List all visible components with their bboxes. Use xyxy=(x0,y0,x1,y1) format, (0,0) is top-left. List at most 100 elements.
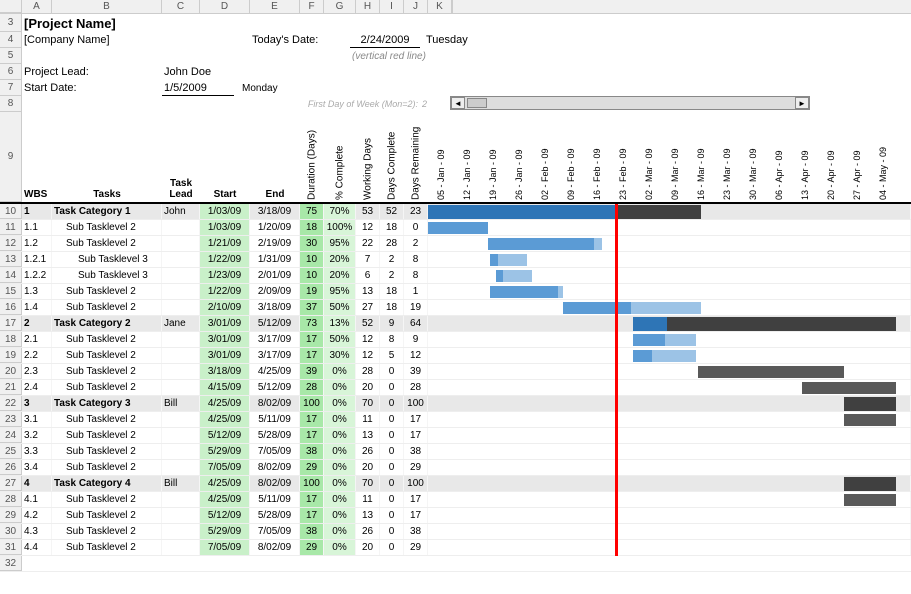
gantt-bar[interactable] xyxy=(802,382,896,394)
cell-end[interactable]: 5/12/09 xyxy=(250,380,300,395)
cell-duration[interactable]: 17 xyxy=(300,428,324,443)
cell-days-complete[interactable]: 0 xyxy=(380,396,404,411)
cell-start[interactable]: 1/03/09 xyxy=(200,220,250,235)
cell-working-days[interactable]: 70 xyxy=(356,396,380,411)
date-col[interactable]: 26 - Jan - 09 xyxy=(506,112,532,202)
th-days-complete[interactable]: Days Complete xyxy=(380,112,404,202)
cell-lead[interactable] xyxy=(162,492,200,507)
date-col[interactable]: 16 - Mar - 09 xyxy=(688,112,714,202)
cell-start[interactable]: 4/25/09 xyxy=(200,492,250,507)
cell-days-complete[interactable]: 0 xyxy=(380,364,404,379)
cell-task[interactable]: Sub Tasklevel 2 xyxy=(52,284,162,299)
gantt-bar[interactable] xyxy=(667,317,896,331)
row-number[interactable]: 17 xyxy=(0,316,22,331)
cell-task[interactable]: Sub Tasklevel 2 xyxy=(52,460,162,475)
cell-start[interactable]: 7/05/09 xyxy=(200,460,250,475)
row-number[interactable]: 23 xyxy=(0,412,22,427)
task-row[interactable]: 28 4.1 Sub Tasklevel 2 4/25/09 5/11/09 1… xyxy=(0,492,911,508)
col-header-K[interactable]: K xyxy=(428,0,452,13)
cell-wbs[interactable]: 2 xyxy=(22,316,52,331)
cell-duration[interactable]: 17 xyxy=(300,412,324,427)
row-number[interactable]: 24 xyxy=(0,428,22,443)
cell-wbs[interactable]: 4 xyxy=(22,476,52,491)
cell-end[interactable]: 3/17/09 xyxy=(250,348,300,363)
row-number[interactable]: 22 xyxy=(0,396,22,411)
date-col[interactable]: 12 - Jan - 09 xyxy=(454,112,480,202)
task-row[interactable]: 15 1.3 Sub Tasklevel 2 1/22/09 2/09/09 1… xyxy=(0,284,911,300)
cell-working-days[interactable]: 7 xyxy=(356,252,380,267)
th-days-remaining[interactable]: Days Remaining xyxy=(404,112,428,202)
cell-days-complete[interactable]: 0 xyxy=(380,412,404,427)
col-header-J[interactable]: J xyxy=(404,0,428,13)
cell-working-days[interactable]: 20 xyxy=(356,380,380,395)
cell-end[interactable]: 5/28/09 xyxy=(250,508,300,523)
cell-task[interactable]: Sub Tasklevel 2 xyxy=(52,236,162,251)
gantt-bar[interactable] xyxy=(631,302,701,314)
cell-wbs[interactable]: 3.2 xyxy=(22,428,52,443)
cell-working-days[interactable]: 20 xyxy=(356,460,380,475)
cell-duration[interactable]: 37 xyxy=(300,300,324,315)
th-end[interactable]: End xyxy=(250,189,300,202)
cell-days-complete[interactable]: 0 xyxy=(380,476,404,491)
cell-days-remaining[interactable]: 0 xyxy=(404,220,428,235)
cell-pct[interactable]: 30% xyxy=(324,348,356,363)
cell-start[interactable]: 3/01/09 xyxy=(200,332,250,347)
gantt-bar[interactable] xyxy=(490,254,498,266)
cell-start[interactable]: 5/12/09 xyxy=(200,508,250,523)
task-row[interactable]: 23 3.1 Sub Tasklevel 2 4/25/09 5/11/09 1… xyxy=(0,412,911,428)
cell-end[interactable]: 4/25/09 xyxy=(250,364,300,379)
cell-task[interactable]: Sub Tasklevel 2 xyxy=(52,380,162,395)
task-row[interactable]: 19 2.2 Sub Tasklevel 2 3/01/09 3/17/09 1… xyxy=(0,348,911,364)
row-number[interactable]: 5 xyxy=(0,48,22,64)
cell-end[interactable]: 5/11/09 xyxy=(250,492,300,507)
gantt-bar[interactable] xyxy=(633,317,667,331)
cell-lead[interactable]: Jane xyxy=(162,316,200,331)
cell-days-remaining[interactable]: 19 xyxy=(404,300,428,315)
task-row[interactable]: 29 4.2 Sub Tasklevel 2 5/12/09 5/28/09 1… xyxy=(0,508,911,524)
cell-duration[interactable]: 73 xyxy=(300,316,324,331)
date-col[interactable]: 23 - Feb - 09 xyxy=(610,112,636,202)
row-number[interactable]: 11 xyxy=(0,220,22,235)
cell-days-remaining[interactable]: 28 xyxy=(404,380,428,395)
row-number[interactable]: 7 xyxy=(0,80,22,96)
date-col[interactable]: 16 - Feb - 09 xyxy=(584,112,610,202)
cell-start[interactable]: 5/29/09 xyxy=(200,444,250,459)
cell-task[interactable]: Task Category 2 xyxy=(52,316,162,331)
cell-duration[interactable]: 38 xyxy=(300,524,324,539)
gantt-bar[interactable] xyxy=(665,334,696,346)
cell-days-complete[interactable]: 5 xyxy=(380,348,404,363)
cell-end[interactable]: 5/11/09 xyxy=(250,412,300,427)
cell-pct[interactable]: 0% xyxy=(324,444,356,459)
row-number[interactable]: 10 xyxy=(0,204,22,219)
task-row[interactable]: 24 3.2 Sub Tasklevel 2 5/12/09 5/28/09 1… xyxy=(0,428,911,444)
cell-start[interactable]: 4/25/09 xyxy=(200,412,250,427)
cell-days-complete[interactable]: 0 xyxy=(380,460,404,475)
date-col[interactable]: 23 - Mar - 09 xyxy=(714,112,740,202)
date-col[interactable]: 19 - Jan - 09 xyxy=(480,112,506,202)
category-row[interactable]: 22 3 Task Category 3 Bill 4/25/09 8/02/0… xyxy=(0,396,911,412)
cell-days-complete[interactable]: 0 xyxy=(380,444,404,459)
cell-duration[interactable]: 29 xyxy=(300,460,324,475)
task-row[interactable]: 12 1.2 Sub Tasklevel 2 1/21/09 2/19/09 3… xyxy=(0,236,911,252)
cell-start[interactable]: 5/12/09 xyxy=(200,428,250,443)
col-header-I[interactable]: I xyxy=(380,0,404,13)
cell-duration[interactable]: 38 xyxy=(300,444,324,459)
task-row[interactable]: 13 1.2.1 Sub Tasklevel 3 1/22/09 1/31/09… xyxy=(0,252,911,268)
cell-lead[interactable] xyxy=(162,252,200,267)
cell-end[interactable]: 8/02/09 xyxy=(250,476,300,491)
row-number[interactable]: 15 xyxy=(0,284,22,299)
cell-wbs[interactable]: 4.3 xyxy=(22,524,52,539)
row-number[interactable]: 6 xyxy=(0,64,22,80)
task-row[interactable]: 16 1.4 Sub Tasklevel 2 2/10/09 3/18/09 3… xyxy=(0,300,911,316)
cell-end[interactable]: 8/02/09 xyxy=(250,460,300,475)
cell-start[interactable]: 5/29/09 xyxy=(200,524,250,539)
cell-days-remaining[interactable]: 17 xyxy=(404,428,428,443)
cell-end[interactable]: 7/05/09 xyxy=(250,444,300,459)
cell-end[interactable]: 8/02/09 xyxy=(250,540,300,555)
date-col[interactable]: 30 - Mar - 09 xyxy=(740,112,766,202)
company-name[interactable]: [Company Name] xyxy=(22,32,162,48)
cell-days-complete[interactable]: 2 xyxy=(380,268,404,283)
task-row[interactable]: 20 2.3 Sub Tasklevel 2 3/18/09 4/25/09 3… xyxy=(0,364,911,380)
date-col[interactable]: 13 - Apr - 09 xyxy=(792,112,818,202)
gantt-bar[interactable] xyxy=(488,238,595,250)
